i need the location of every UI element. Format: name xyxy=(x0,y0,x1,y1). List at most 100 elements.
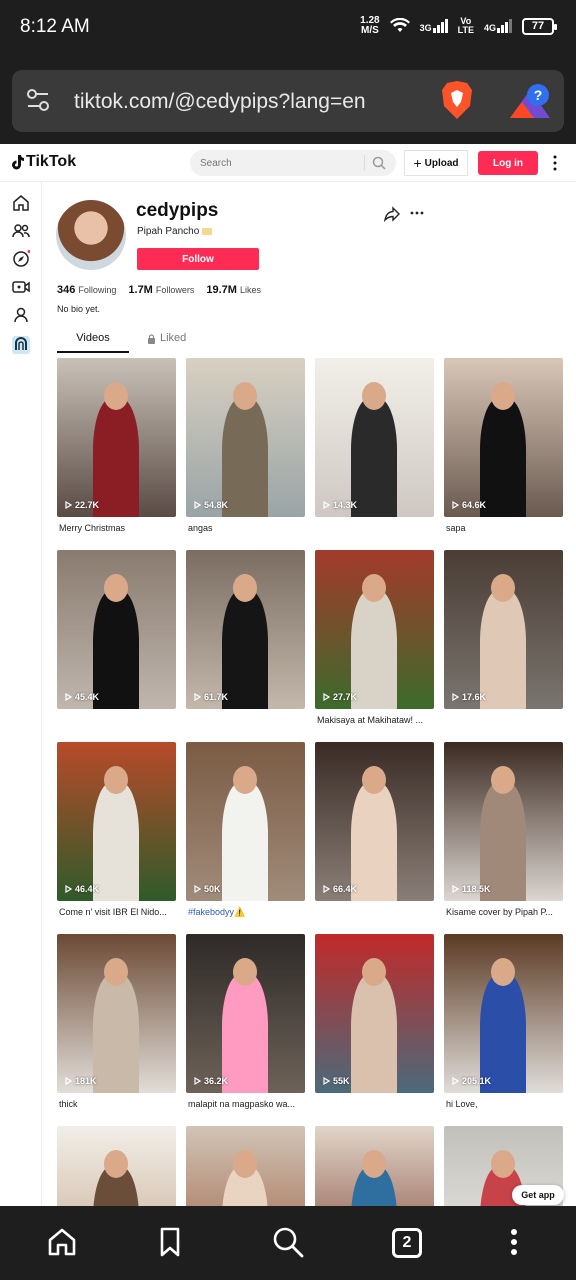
wifi-icon xyxy=(389,18,410,32)
bookmark-icon[interactable] xyxy=(154,1226,186,1258)
volte-label: Vo LTE xyxy=(457,16,474,35)
person-head xyxy=(104,958,128,986)
more-vertical-icon[interactable] xyxy=(548,154,562,172)
person-head xyxy=(491,1150,515,1178)
video-thumbnail[interactable] xyxy=(315,1126,434,1206)
person-head xyxy=(104,382,128,410)
person-figure xyxy=(351,782,397,901)
person-head xyxy=(233,766,257,794)
get-app-button[interactable]: Get app xyxy=(512,1185,564,1205)
person-head xyxy=(362,1150,386,1178)
followers-stat[interactable]: 1.7M Followers xyxy=(128,284,194,296)
video-thumbnail[interactable]: 118.5K xyxy=(444,742,563,901)
view-count: 64.6K xyxy=(452,500,486,510)
video-thumbnail[interactable]: 45.4K xyxy=(57,550,176,709)
plus-icon: + xyxy=(413,155,422,171)
address-bar[interactable]: tiktok.com/@cedypips?lang=en ? xyxy=(12,70,564,132)
upload-button[interactable]: + Upload xyxy=(404,150,468,176)
view-count: 46.4K xyxy=(65,884,99,894)
person-head xyxy=(233,1150,257,1178)
view-count: 66.4K xyxy=(323,884,357,894)
person-head xyxy=(104,1150,128,1178)
app-icon[interactable] xyxy=(12,336,30,354)
search-icon[interactable] xyxy=(372,156,386,170)
more-horizontal-icon[interactable] xyxy=(410,210,424,216)
profile-stats: 346 Following 1.7M Followers 19.7M Likes xyxy=(57,284,261,296)
menu-icon[interactable] xyxy=(498,1226,530,1258)
video-caption: malapit na magpasko wa... xyxy=(188,1099,296,1109)
site-settings-icon[interactable] xyxy=(26,88,50,112)
play-icon xyxy=(65,1077,72,1085)
video-caption: angas xyxy=(188,523,213,533)
home-icon[interactable] xyxy=(12,194,30,212)
web-page: TikTok + Upload Log in cedypips Pipah Pa… xyxy=(0,144,576,1206)
play-icon xyxy=(452,693,459,701)
view-count: 55K xyxy=(323,1076,350,1086)
status-bar: 8:12 AM 1.28 M/S 3G Vo LTE 4G 77 xyxy=(0,0,576,58)
tabs-count-button[interactable]: 2 xyxy=(392,1228,422,1258)
video-thumbnail[interactable]: 22.7K xyxy=(57,358,176,517)
video-thumbnail[interactable]: 50K xyxy=(186,742,305,901)
video-caption: Makisaya at Makihataw! ... xyxy=(317,715,424,725)
profile-tabs: Videos Liked xyxy=(57,332,563,354)
envelope-emoji-icon xyxy=(202,227,213,235)
view-count: 36.2K xyxy=(194,1076,228,1086)
avatar[interactable] xyxy=(56,200,126,270)
video-thumbnail[interactable]: 61.7K xyxy=(186,550,305,709)
video-thumbnail[interactable]: 181K xyxy=(57,934,176,1093)
play-icon xyxy=(65,693,72,701)
video-thumbnail[interactable]: 66.4K xyxy=(315,742,434,901)
video-caption: Merry Christmas xyxy=(59,523,126,533)
search-icon[interactable] xyxy=(272,1226,304,1258)
view-count: 17.6K xyxy=(452,692,486,702)
follow-button[interactable]: Follow xyxy=(137,248,259,270)
view-count: 22.7K xyxy=(65,500,99,510)
video-caption: Come n' visit IBR El Nido... xyxy=(59,907,167,917)
profile-icon[interactable] xyxy=(12,306,30,324)
search-input[interactable] xyxy=(200,154,360,172)
brave-rewards-icon[interactable]: ? xyxy=(508,82,552,120)
video-thumbnail[interactable]: 14.3K xyxy=(315,358,434,517)
tiktok-logo[interactable]: TikTok xyxy=(10,153,76,171)
home-icon[interactable] xyxy=(46,1226,78,1258)
person-figure xyxy=(351,398,397,517)
signal-icon xyxy=(497,19,512,33)
view-count: 118.5K xyxy=(452,884,491,894)
status-time: 8:12 AM xyxy=(20,16,90,37)
video-thumbnail[interactable]: 64.6K xyxy=(444,358,563,517)
explore-icon[interactable] xyxy=(12,250,30,268)
person-head xyxy=(491,958,515,986)
video-thumbnail[interactable] xyxy=(186,1126,305,1206)
video-thumbnail[interactable] xyxy=(57,1126,176,1206)
video-caption[interactable]: #fakebodyy⚠️ xyxy=(188,907,305,918)
share-icon[interactable] xyxy=(384,206,400,222)
person-head xyxy=(491,766,515,794)
following-icon[interactable] xyxy=(12,222,30,240)
play-icon xyxy=(323,501,330,509)
person-figure xyxy=(93,398,139,517)
person-head xyxy=(104,574,128,602)
video-thumbnail[interactable]: 46.4K xyxy=(57,742,176,901)
video-thumbnail[interactable]: 36.2K xyxy=(186,934,305,1093)
following-stat[interactable]: 346 Following xyxy=(57,284,116,296)
net-3g-label: 3G xyxy=(419,23,432,33)
left-sidebar xyxy=(0,182,42,1206)
video-thumbnail[interactable]: 205.1K xyxy=(444,934,563,1093)
video-thumbnail[interactable]: 55K xyxy=(315,934,434,1093)
search-box[interactable] xyxy=(190,150,396,176)
video-thumbnail[interactable]: 54.8K xyxy=(186,358,305,517)
play-icon xyxy=(194,885,201,893)
person-head xyxy=(104,766,128,794)
video-thumbnail[interactable]: 27.7K xyxy=(315,550,434,709)
video-thumbnail[interactable]: 17.6K xyxy=(444,550,563,709)
brave-shields-icon[interactable] xyxy=(440,80,474,120)
person-head xyxy=(233,574,257,602)
person-figure xyxy=(222,974,268,1093)
login-button[interactable]: Log in xyxy=(478,151,538,175)
live-icon[interactable] xyxy=(12,278,30,296)
person-figure xyxy=(222,782,268,901)
tab-videos[interactable]: Videos xyxy=(57,332,129,353)
play-icon xyxy=(194,693,201,701)
url-text[interactable]: tiktok.com/@cedypips?lang=en xyxy=(74,90,366,114)
tab-liked[interactable]: Liked xyxy=(147,332,186,354)
